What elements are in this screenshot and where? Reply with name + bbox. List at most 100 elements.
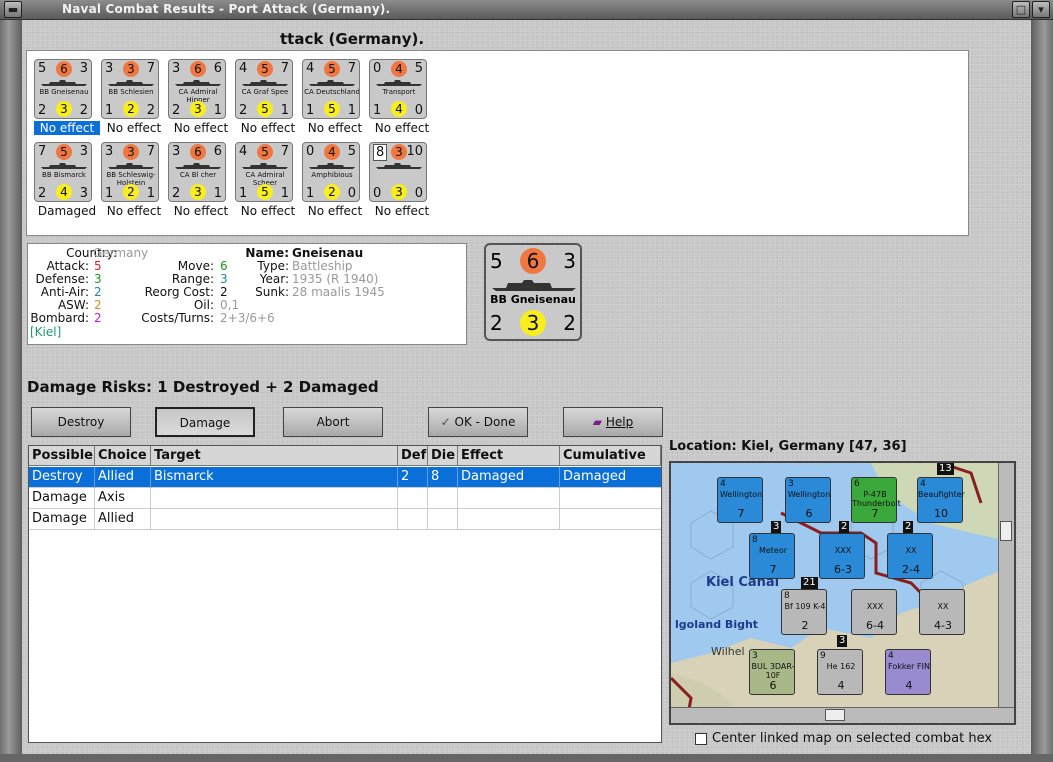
damage-button[interactable]: Damage [155,407,255,437]
table-row[interactable]: Destroy Allied Bismarck 2 8 Damaged Dama… [29,467,661,488]
center-map-checkbox[interactable] [695,733,707,745]
map-counter-name: XXX [866,602,884,611]
map-counter-b: 7 [769,563,777,576]
map-counter-name: Wellington [719,490,763,499]
col-cumulative[interactable]: Cumulative [560,446,661,466]
ship-counter-panel: 5 6 3 BB Gneisenau 2 3 2 No effect 3 3 7 BB Schlesi… [26,50,969,236]
help-button[interactable]: ▰ Help [563,407,663,437]
map-counter-b: 7 [737,507,745,520]
counter-top-mid: 5 [324,61,340,77]
bombard-label: Bombard: [30,311,89,325]
counter-top-left: 0 [373,61,382,76]
ship-counter[interactable]: 0 4 5 Transport 1 4 0 [369,59,427,119]
map-counter-b: 6-3 [834,563,852,576]
map-counter[interactable]: 3 Wellington 6 [785,477,831,523]
map-counter[interactable]: XXX 6-4 [851,589,897,635]
ship-counter[interactable]: 7 5 3 BB Bismarck 2 4 3 [34,142,92,202]
col-def[interactable]: Def [398,446,428,466]
ship-counter[interactable]: 0 4 5 Amphibious 1 2 0 [302,142,360,202]
counter-bot-left: 2 [38,186,47,201]
map-counter[interactable]: XX 2-4 [887,533,933,579]
ship-silhouette-icon [41,80,87,86]
page-heading: ttack (Germany). [280,30,425,48]
ship-counter[interactable]: 5 6 3 BB Gneisenau 2 3 2 [34,59,92,119]
ship-silhouette-icon [376,80,422,86]
table-row[interactable]: Damage Allied [29,509,661,530]
ship-counter[interactable]: 3 6 6 CA Bl cher 2 3 1 [168,142,226,202]
ship-counter[interactable]: 4 5 7 CA Admiral Scheer 1 5 1 [235,142,293,202]
counter-name: CA Bl cher [179,171,217,179]
counter-name: Transport [382,88,416,96]
counter-bot-left: 2 [38,103,47,118]
ship-counter[interactable]: 8 3 10 0 3 0 [369,142,427,202]
map-counter[interactable]: 4 Beaufighter 10 [917,477,965,523]
col-possible[interactable]: Possible [29,446,95,466]
counter-status: No effect [374,121,430,135]
ship-counter[interactable]: 3 3 7 BB Schleswig-Holstein 1 2 1 [101,142,159,202]
ship-counter[interactable]: 3 6 6 CA Admiral Hipper 2 3 1 [168,59,226,119]
counter-bot-right: 1 [280,186,289,201]
map-counter-b: 2-4 [902,563,920,576]
counter-bot-right: 1 [280,103,289,118]
counter-bot-left: 2 [172,186,181,201]
counter-bot-left: 1 [105,103,114,118]
map-counter[interactable]: XXX 6-3 [819,533,865,579]
map-counter[interactable]: 8 Bf 109 K-4 2 [781,589,827,635]
ship-silhouette-icon [376,163,422,169]
ship-counter[interactable]: 4 5 7 CA Graf Spee 2 5 1 [235,59,293,119]
map-hscroll-thumb[interactable] [825,709,845,721]
stack-count-badge: 2 [839,521,850,533]
bombard-value: 2 [94,311,102,325]
map-counter[interactable]: 3 BUL 3DAR-10F 6 [749,649,795,695]
col-die[interactable]: Die [428,446,458,466]
col-effect[interactable]: Effect [458,446,560,466]
counter-bot-mid: 4 [391,101,407,117]
map-counter[interactable]: XX 4-3 [919,589,965,635]
counter-top-left: 4 [239,61,248,76]
map-counter[interactable]: 8 Meteor 7 [749,533,795,579]
abort-button[interactable]: Abort [283,407,383,437]
close-icon[interactable]: ▾ [1032,1,1050,18]
map-horizontal-scrollbar[interactable] [671,707,1014,723]
counter-top-mid: 3 [123,61,139,77]
destroy-button[interactable]: Destroy [31,407,131,437]
map-counter[interactable]: 4 Wellington 7 [717,477,763,523]
map-counter-b: 6-4 [866,619,884,632]
map-counter-name: He 162 [826,662,856,671]
map-counter-name: Wellington [787,490,831,499]
counter-top-right: 6 [213,61,222,76]
map-counter-b: 2 [801,619,809,632]
table-cell: 8 [428,467,458,488]
col-target[interactable]: Target [151,446,398,466]
counter-top-mid: 5 [257,144,273,160]
counter-status: No effect [307,204,363,218]
ship-silhouette-icon [41,163,87,169]
map-vscroll-thumb[interactable] [1000,521,1012,541]
counter-top-right: 5 [347,144,356,159]
ship-counter[interactable]: 3 3 7 BB Schlesien 1 2 2 [101,59,159,119]
maximize-icon[interactable]: □ [1012,1,1030,18]
map-counter[interactable]: 9 He 162 4 [817,649,863,695]
table-cell [428,509,458,530]
ship-counter[interactable]: 4 5 7 CA Deutschland 1 5 1 [302,59,360,119]
ok-done-button[interactable]: ✓ OK - Done [428,407,528,437]
frame-left [0,20,22,762]
counter-name: Amphibious [311,171,353,179]
map-counter-b: 4 [837,679,845,692]
table-row[interactable]: Damage Axis [29,488,661,509]
map-counter[interactable]: 6 P-47B Thunderbolt 7 [851,477,901,523]
minimize-icon[interactable]: ▬ [4,1,22,18]
map-vertical-scrollbar[interactable] [998,463,1014,711]
linked-map[interactable]: Kiel Canal lgoland Bight Wilhel 4 Welling… [669,461,1016,725]
map-counter[interactable]: 4 Fokker FIN 4 [885,649,931,695]
counter-bot-mid: 4 [56,184,72,200]
counter-name: CA Deutschland [304,88,360,96]
counter-top-left: 3 [172,61,181,76]
counter-status: No effect [173,204,229,218]
table-cell [151,488,398,509]
col-choice[interactable]: Choice [95,446,151,466]
map-counter-a: 3 [752,651,758,661]
map-counter-a: 8 [784,591,790,601]
stack-count-badge: 21 [801,577,818,589]
ship-silhouette-icon [242,163,288,169]
